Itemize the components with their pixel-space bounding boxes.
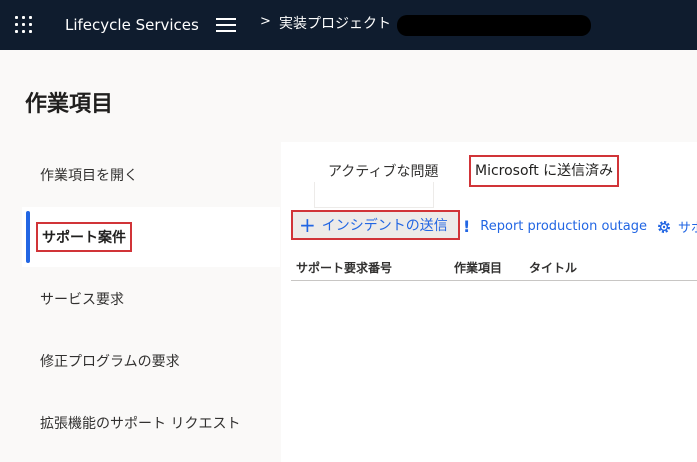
tab-underline-ghost xyxy=(314,182,434,208)
app-launcher-icon[interactable] xyxy=(15,16,33,34)
nav-item-open-work-items[interactable]: 作業項目を開く xyxy=(22,145,280,205)
page-title: 作業項目 xyxy=(25,92,114,117)
redacted-project-name xyxy=(397,15,591,36)
nav-item-label: サービス要求 xyxy=(40,292,124,308)
nav-item-label: 拡張機能のサポート リクエスト xyxy=(40,416,241,432)
report-outage-label: Report production outage xyxy=(480,219,647,234)
column-header-support-request-number[interactable]: サポート要求番号 xyxy=(296,259,392,276)
nav-item-label: 作業項目を開く xyxy=(40,168,138,184)
hamburger-menu-icon[interactable] xyxy=(216,18,236,32)
nav-item-service-requests[interactable]: サービス要求 xyxy=(22,269,280,329)
gear-icon xyxy=(658,220,670,233)
breadcrumb-separator: > xyxy=(260,14,271,29)
table-header-divider xyxy=(291,280,697,281)
main-content-panel: アクティブな問題 Microsoft に送信済み + インシデントの送信 ! R… xyxy=(281,142,697,462)
column-header-work-item[interactable]: 作業項目 xyxy=(454,259,502,276)
nav-item-hotfix-requests[interactable]: 修正プログラムの要求 xyxy=(22,331,280,391)
submit-incident-label: インシデントの送信 xyxy=(321,218,448,234)
nav-item-extension-support-requests[interactable]: 拡張機能のサポート リクエスト xyxy=(22,393,280,453)
breadcrumb-project[interactable]: 実装プロジェクト xyxy=(279,15,391,33)
exclamation-icon: ! xyxy=(463,217,471,236)
submit-incident-button[interactable]: + インシデントの送信 xyxy=(291,210,460,240)
nav-item-support-cases[interactable]: サポート案件 xyxy=(22,207,280,267)
support-settings-label: サポ xyxy=(678,221,697,236)
tab-active-issues[interactable]: アクティブな問題 xyxy=(328,161,438,181)
column-header-title[interactable]: タイトル xyxy=(529,259,577,276)
plus-icon: + xyxy=(299,213,316,237)
nav-item-label: サポート案件 xyxy=(36,222,132,252)
tab-submitted-to-microsoft[interactable]: Microsoft に送信済み xyxy=(469,155,620,187)
top-navigation-bar: Lifecycle Services > 実装プロジェクト xyxy=(0,0,697,50)
nav-item-label: 修正プログラムの要求 xyxy=(40,354,180,370)
app-title[interactable]: Lifecycle Services xyxy=(65,16,199,34)
support-settings-button[interactable]: サポ xyxy=(656,217,697,236)
report-outage-button[interactable]: ! Report production outage xyxy=(463,217,647,236)
